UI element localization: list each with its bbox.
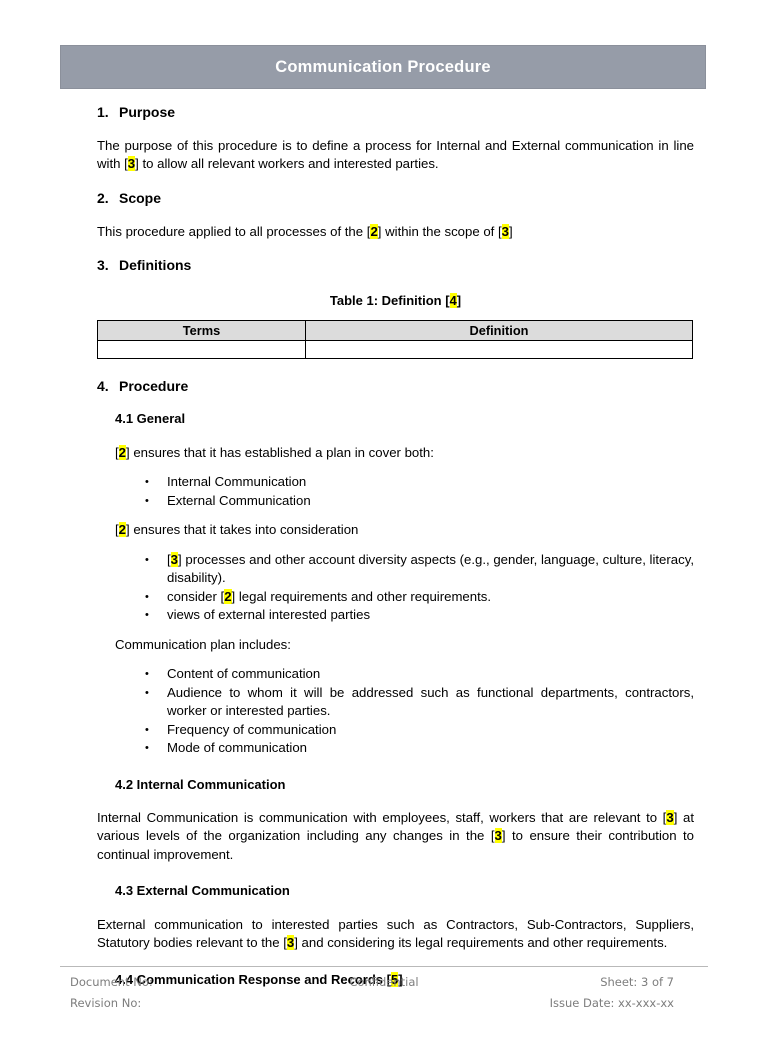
- heading-external-communication: 4.3 External Communication: [115, 883, 290, 899]
- purpose-text-b: ] to allow all relevant workers and inte…: [135, 156, 439, 172]
- heading-purpose-number: 1.: [97, 104, 109, 120]
- bullet-list-plan-contents: Content of communication Audience to who…: [97, 665, 694, 758]
- document-title-banner: Communication Procedure: [60, 45, 706, 89]
- list-item: Mode of communication: [97, 739, 694, 758]
- list-item: Internal Communication: [97, 473, 694, 492]
- table-cell-definition[interactable]: [305, 340, 693, 360]
- placeholder-token: 2: [118, 444, 127, 460]
- table-header-terms: Terms: [97, 320, 306, 342]
- table-caption-a: Table 1: Definition [: [329, 292, 450, 308]
- page-title: Communication Procedure: [275, 57, 491, 76]
- heading-scope-label: Scope: [119, 189, 162, 206]
- bullet2b-b: ] legal requirements and other requireme…: [231, 588, 492, 604]
- heading-purpose: 1. Purpose: [97, 104, 694, 121]
- list-item: Content of communication: [97, 665, 694, 684]
- paragraph-plan-includes: Communication plan includes:: [115, 636, 291, 652]
- bullet2b-a: consider [: [167, 588, 225, 604]
- list-item: consider [2] legal requirements and othe…: [97, 588, 694, 607]
- placeholder-token: 3: [666, 809, 674, 825]
- placeholder-token: 2: [370, 223, 378, 239]
- heading-procedure: 4. Procedure: [97, 378, 694, 395]
- footer-issue-date: Issue Date: xx-xxx-xx: [549, 996, 674, 1010]
- list-item: Frequency of communication: [97, 721, 694, 740]
- placeholder-token: 3: [494, 828, 502, 844]
- table-header-definition: Definition: [305, 320, 693, 342]
- scope-text-c: ]: [509, 223, 513, 239]
- internal-text-a: Internal Communication is communication …: [97, 809, 667, 825]
- heading-internal-communication: 4.2 Internal Communication: [115, 776, 286, 792]
- table-caption: Table 1: Definition [4]: [97, 292, 694, 309]
- external-text-b: ] and considering its legal requirements…: [294, 935, 668, 951]
- paragraph-purpose: The purpose of this procedure is to defi…: [97, 137, 694, 174]
- general-intro2-b: ] ensures that it takes into considerati…: [126, 522, 359, 538]
- footer-row-bottom: Revision No: Issue Date: xx-xxx-xx: [60, 993, 708, 1014]
- paragraph-general-intro-1: [2] ensures that it has established a pl…: [115, 444, 694, 463]
- bullet-list-considerations: [3] processes and other account diversit…: [97, 551, 694, 625]
- page-footer: Document No: Confidential Sheet: 3 of 7 …: [60, 966, 708, 1014]
- scope-text-b: ] within the scope of [: [377, 223, 502, 239]
- heading-procedure-number: 4.: [97, 378, 109, 395]
- table-row: [97, 340, 693, 360]
- general-intro1-b: ] ensures that it has established a plan…: [126, 444, 434, 460]
- paragraph-scope: This procedure applied to all processes …: [97, 223, 694, 242]
- list-item: Audience to whom it will be addressed su…: [97, 684, 694, 721]
- paragraph-internal-communication: Internal Communication is communication …: [97, 809, 694, 865]
- placeholder-token: 4: [449, 292, 457, 308]
- placeholder-token: 2: [224, 588, 232, 604]
- footer-sheet-number: Sheet: 3 of 7: [600, 975, 674, 989]
- placeholder-token: 3: [501, 223, 510, 239]
- list-item: views of external interested parties: [97, 606, 694, 625]
- footer-revision-no: Revision No:: [70, 996, 142, 1010]
- definitions-table: Terms Definition: [97, 320, 693, 360]
- table-caption-b: ]: [456, 292, 462, 308]
- list-item: External Communication: [97, 492, 694, 511]
- placeholder-token: 3: [170, 551, 179, 567]
- table-cell-term[interactable]: [97, 340, 306, 360]
- paragraph-general-intro-2: [2] ensures that it takes into considera…: [115, 521, 694, 540]
- placeholder-token: 2: [118, 522, 127, 538]
- heading-general: 4.1 General: [115, 411, 186, 427]
- heading-scope: 2. Scope: [97, 190, 694, 207]
- heading-purpose-label: Purpose: [119, 104, 176, 120]
- list-item: [3] processes and other account diversit…: [97, 551, 694, 588]
- footer-row-top: Document No: Confidential Sheet: 3 of 7: [60, 972, 708, 993]
- paragraph-external-communication: External communication to interested par…: [97, 916, 694, 953]
- heading-procedure-label: Procedure: [119, 378, 189, 395]
- table-header-row: Terms Definition: [97, 320, 693, 342]
- document-page: Communication Procedure 1. Purpose The p…: [0, 0, 768, 1044]
- bullet2a-b: ] processes and other account diversity …: [167, 551, 694, 586]
- heading-definitions: 3. Definitions: [97, 257, 694, 274]
- heading-definitions-label: Definitions: [119, 257, 192, 274]
- bullet-list-communication-types: Internal Communication External Communic…: [97, 473, 694, 510]
- document-body: 1. Purpose The purpose of this procedure…: [97, 104, 694, 988]
- heading-definitions-number: 3.: [97, 257, 109, 274]
- heading-scope-number: 2.: [97, 189, 109, 206]
- scope-text-a: This procedure applied to all processes …: [97, 223, 371, 239]
